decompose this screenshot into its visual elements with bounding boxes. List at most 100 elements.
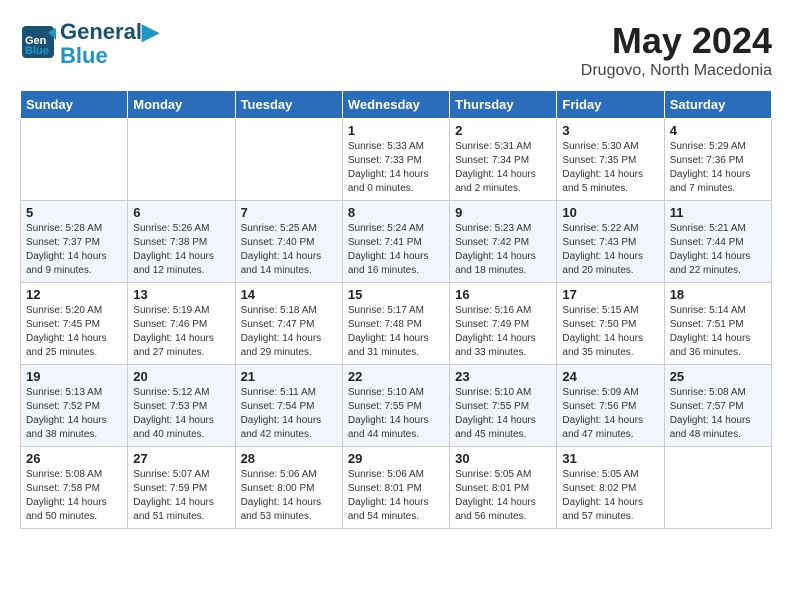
calendar-cell: 15 Sunrise: 5:17 AM Sunset: 7:48 PM Dayli… xyxy=(342,283,449,365)
day-number: 19 xyxy=(26,369,122,384)
day-number: 24 xyxy=(562,369,658,384)
calendar-cell: 1Sunrise: 5:33 AM Sunset: 7:33 PM Daylig… xyxy=(342,119,449,201)
day-number: 5 xyxy=(26,205,122,220)
calendar-cell: 6 Sunrise: 5:26 AM Sunset: 7:38 PM Daylig… xyxy=(128,201,235,283)
day-detail: Sunrise: 5:17 AM Sunset: 7:48 PM Dayligh… xyxy=(348,304,444,360)
day-number: 28 xyxy=(241,451,337,466)
day-number: 8 xyxy=(348,205,444,220)
calendar-cell: 5 Sunrise: 5:28 AM Sunset: 7:37 PM Daylig… xyxy=(21,201,128,283)
day-header-monday: Monday xyxy=(128,91,235,119)
day-number: 15 xyxy=(348,287,444,302)
day-detail: Sunrise: 5:28 AM Sunset: 7:37 PM Dayligh… xyxy=(26,222,122,278)
day-number: 27 xyxy=(133,451,229,466)
day-detail: Sunrise: 5:22 AM Sunset: 7:43 PM Dayligh… xyxy=(562,222,658,278)
day-number: 13 xyxy=(133,287,229,302)
day-detail: Sunrise: 5:06 AM Sunset: 8:01 PM Dayligh… xyxy=(348,468,444,524)
calendar-cell: 3 Sunrise: 5:30 AM Sunset: 7:35 PM Daylig… xyxy=(557,119,664,201)
day-detail: Sunrise: 5:11 AM Sunset: 7:54 PM Dayligh… xyxy=(241,386,337,442)
calendar-cell: 29 Sunrise: 5:06 AM Sunset: 8:01 PM Dayli… xyxy=(342,447,449,529)
calendar-cell: 16Sunrise: 5:16 AM Sunset: 7:49 PM Dayli… xyxy=(450,283,557,365)
day-detail: Sunrise: 5:08 AM Sunset: 7:57 PM Dayligh… xyxy=(670,386,766,442)
calendar-cell: 17Sunrise: 5:15 AM Sunset: 7:50 PM Dayli… xyxy=(557,283,664,365)
day-detail: Sunrise: 5:06 AM Sunset: 8:00 PM Dayligh… xyxy=(241,468,337,524)
day-number: 25 xyxy=(670,369,766,384)
day-number: 12 xyxy=(26,287,122,302)
calendar-cell: 21 Sunrise: 5:11 AM Sunset: 7:54 PM Dayli… xyxy=(235,365,342,447)
day-detail: Sunrise: 5:20 AM Sunset: 7:45 PM Dayligh… xyxy=(26,304,122,360)
calendar-cell: 7Sunrise: 5:25 AM Sunset: 7:40 PM Daylig… xyxy=(235,201,342,283)
calendar-week-3: 12 Sunrise: 5:20 AM Sunset: 7:45 PM Dayli… xyxy=(21,283,772,365)
header: Gen Blue General▶ Blue May 2024 Drugovo,… xyxy=(20,20,772,80)
calendar-cell: 18 Sunrise: 5:14 AM Sunset: 7:51 PM Dayli… xyxy=(664,283,771,365)
day-number: 29 xyxy=(348,451,444,466)
day-detail: Sunrise: 5:18 AM Sunset: 7:47 PM Dayligh… xyxy=(241,304,337,360)
day-detail: Sunrise: 5:07 AM Sunset: 7:59 PM Dayligh… xyxy=(133,468,229,524)
day-detail: Sunrise: 5:16 AM Sunset: 7:49 PM Dayligh… xyxy=(455,304,551,360)
day-detail: Sunrise: 5:15 AM Sunset: 7:50 PM Dayligh… xyxy=(562,304,658,360)
day-header-saturday: Saturday xyxy=(664,91,771,119)
calendar-cell: 9 Sunrise: 5:23 AM Sunset: 7:42 PM Daylig… xyxy=(450,201,557,283)
logo-icon: Gen Blue xyxy=(20,24,56,60)
day-number: 4 xyxy=(670,123,766,138)
svg-text:Blue: Blue xyxy=(25,45,49,57)
calendar-cell xyxy=(235,119,342,201)
calendar-cell: 23 Sunrise: 5:10 AM Sunset: 7:55 PM Dayli… xyxy=(450,365,557,447)
day-detail: Sunrise: 5:31 AM Sunset: 7:34 PM Dayligh… xyxy=(455,140,551,196)
day-detail: Sunrise: 5:24 AM Sunset: 7:41 PM Dayligh… xyxy=(348,222,444,278)
day-number: 20 xyxy=(133,369,229,384)
calendar-cell: 8 Sunrise: 5:24 AM Sunset: 7:41 PM Daylig… xyxy=(342,201,449,283)
day-detail: Sunrise: 5:26 AM Sunset: 7:38 PM Dayligh… xyxy=(133,222,229,278)
day-number: 11 xyxy=(670,205,766,220)
day-detail: Sunrise: 5:05 AM Sunset: 8:01 PM Dayligh… xyxy=(455,468,551,524)
calendar-title: May 2024 xyxy=(581,20,772,62)
day-header-wednesday: Wednesday xyxy=(342,91,449,119)
calendar-cell: 13 Sunrise: 5:19 AM Sunset: 7:46 PM Dayli… xyxy=(128,283,235,365)
day-header-friday: Friday xyxy=(557,91,664,119)
day-detail: Sunrise: 5:14 AM Sunset: 7:51 PM Dayligh… xyxy=(670,304,766,360)
calendar-cell: 4 Sunrise: 5:29 AM Sunset: 7:36 PM Daylig… xyxy=(664,119,771,201)
day-detail: Sunrise: 5:08 AM Sunset: 7:58 PM Dayligh… xyxy=(26,468,122,524)
calendar-week-5: 26Sunrise: 5:08 AM Sunset: 7:58 PM Dayli… xyxy=(21,447,772,529)
day-detail: Sunrise: 5:29 AM Sunset: 7:36 PM Dayligh… xyxy=(670,140,766,196)
day-number: 23 xyxy=(455,369,551,384)
day-number: 9 xyxy=(455,205,551,220)
calendar-cell: 25 Sunrise: 5:08 AM Sunset: 7:57 PM Dayli… xyxy=(664,365,771,447)
calendar-cell xyxy=(21,119,128,201)
calendar-cell: 2 Sunrise: 5:31 AM Sunset: 7:34 PM Daylig… xyxy=(450,119,557,201)
calendar-cell: 14 Sunrise: 5:18 AM Sunset: 7:47 PM Dayli… xyxy=(235,283,342,365)
day-number: 14 xyxy=(241,287,337,302)
calendar-cell: 27 Sunrise: 5:07 AM Sunset: 7:59 PM Dayli… xyxy=(128,447,235,529)
calendar-cell: 10 Sunrise: 5:22 AM Sunset: 7:43 PM Dayli… xyxy=(557,201,664,283)
calendar-cell: 26Sunrise: 5:08 AM Sunset: 7:58 PM Dayli… xyxy=(21,447,128,529)
calendar-cell xyxy=(128,119,235,201)
day-detail: Sunrise: 5:13 AM Sunset: 7:52 PM Dayligh… xyxy=(26,386,122,442)
day-number: 22 xyxy=(348,369,444,384)
day-detail: Sunrise: 5:30 AM Sunset: 7:35 PM Dayligh… xyxy=(562,140,658,196)
day-detail: Sunrise: 5:10 AM Sunset: 7:55 PM Dayligh… xyxy=(348,386,444,442)
day-number: 2 xyxy=(455,123,551,138)
day-number: 30 xyxy=(455,451,551,466)
calendar-header-row: SundayMondayTuesdayWednesdayThursdayFrid… xyxy=(21,91,772,119)
calendar-cell: 20 Sunrise: 5:12 AM Sunset: 7:53 PM Dayli… xyxy=(128,365,235,447)
day-number: 21 xyxy=(241,369,337,384)
day-detail: Sunrise: 5:25 AM Sunset: 7:40 PM Dayligh… xyxy=(241,222,337,278)
day-header-tuesday: Tuesday xyxy=(235,91,342,119)
day-number: 6 xyxy=(133,205,229,220)
day-header-thursday: Thursday xyxy=(450,91,557,119)
day-number: 18 xyxy=(670,287,766,302)
day-detail: Sunrise: 5:12 AM Sunset: 7:53 PM Dayligh… xyxy=(133,386,229,442)
day-detail: Sunrise: 5:19 AM Sunset: 7:46 PM Dayligh… xyxy=(133,304,229,360)
calendar-week-4: 19 Sunrise: 5:13 AM Sunset: 7:52 PM Dayli… xyxy=(21,365,772,447)
day-number: 1 xyxy=(348,123,444,138)
day-detail: Sunrise: 5:21 AM Sunset: 7:44 PM Dayligh… xyxy=(670,222,766,278)
calendar-subtitle: Drugovo, North Macedonia xyxy=(581,62,772,80)
day-detail: Sunrise: 5:05 AM Sunset: 8:02 PM Dayligh… xyxy=(562,468,658,524)
title-block: May 2024 Drugovo, North Macedonia xyxy=(581,20,772,80)
day-detail: Sunrise: 5:23 AM Sunset: 7:42 PM Dayligh… xyxy=(455,222,551,278)
day-number: 10 xyxy=(562,205,658,220)
logo-text: General▶ Blue xyxy=(60,20,159,68)
day-number: 31 xyxy=(562,451,658,466)
day-header-sunday: Sunday xyxy=(21,91,128,119)
day-number: 3 xyxy=(562,123,658,138)
day-detail: Sunrise: 5:10 AM Sunset: 7:55 PM Dayligh… xyxy=(455,386,551,442)
